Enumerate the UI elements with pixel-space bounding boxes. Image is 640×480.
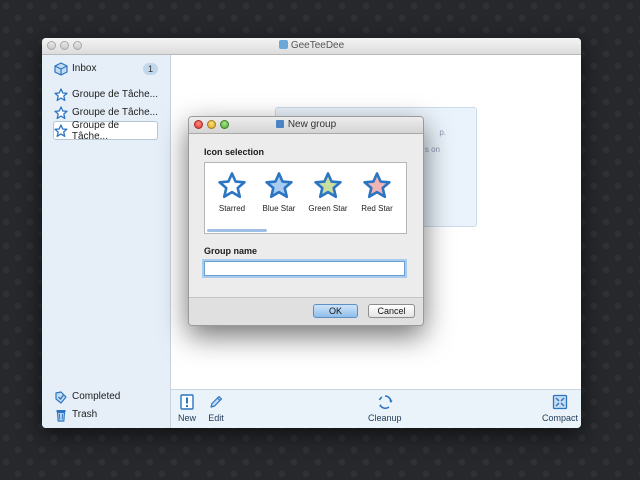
group-name-input[interactable] [204,261,405,276]
sidebar-item-label: Groupe de Tâche... [71,119,120,142]
icon-option-starred[interactable]: Starred [207,171,257,213]
sidebar-item-group-3[interactable]: Groupe de Tâche... [53,119,158,142]
sidebar-item-trash[interactable]: Trash [54,406,158,423]
toolbar-label: Cleanup [368,413,402,423]
icon-option-label: Starred [218,204,246,213]
ok-button[interactable]: OK [313,304,358,318]
dialog-titlebar[interactable]: New group [189,117,423,134]
sidebar: Inbox 1 Groupe de Tâche... Groupe de Tâc… [42,55,171,428]
icon-option-blue-star[interactable]: Blue Star [254,171,304,213]
green-star-icon [314,172,342,199]
compact-button[interactable]: Compact [542,394,578,423]
sidebar-item-label: Groupe de Tâche... [72,89,158,100]
star-icon [54,123,68,137]
toolbar-label: Compact [542,413,579,423]
new-group-dialog: New group Icon selection Starred Blue St… [188,116,424,326]
new-button[interactable]: New [178,394,196,423]
group-name-label: Group name [204,246,258,256]
toolbar-label: New [178,413,197,423]
star-icon [54,87,68,101]
dialog-title: New group [189,119,423,130]
cleanup-button[interactable]: Cleanup [368,394,402,423]
icon-option-label: Green Star [308,204,348,213]
trash-icon [56,409,66,422]
icon-option-label: Blue Star [262,204,296,213]
icon-option-label: Red Star [361,204,393,213]
sidebar-item-group-1[interactable]: Groupe de Tâche... [54,86,158,103]
cleanup-recycle-icon [378,395,393,410]
icon-option-green-star[interactable]: Green Star [303,171,353,213]
window-titlebar[interactable]: GeeTeeDee [42,38,581,55]
window-title: GeeTeeDee [42,40,581,51]
completed-tag-icon [55,390,67,404]
star-icon [54,105,68,119]
background-panel-text: p. [439,128,446,137]
app-icon [278,40,288,49]
dialog-button-bar: OK Cancel [189,297,423,325]
inbox-count-badge: 1 [142,62,158,75]
red-star-icon [363,172,391,199]
sidebar-item-label: Inbox [72,63,97,74]
edit-button[interactable]: Edit [208,394,224,423]
toolbar-label: Edit [208,413,224,423]
sidebar-item-label: Groupe de Tâche... [72,107,158,118]
background-panel-text: s on [424,145,440,154]
dialog-app-icon [275,120,284,128]
bottom-toolbar: New Edit Cleanup Compact [171,389,581,428]
icon-list-scrollbar[interactable] [205,228,406,233]
compact-icon [552,394,568,410]
sidebar-item-group-2[interactable]: Groupe de Tâche... [54,104,158,121]
sidebar-item-label: Completed [72,391,121,402]
sidebar-item-label: Trash [72,409,98,420]
icon-option-red-star[interactable]: Red Star [352,171,402,213]
icon-selection-label: Icon selection [204,147,265,157]
sidebar-item-completed[interactable]: Completed [54,388,158,405]
star-outline-icon [218,172,246,199]
icon-selection-list[interactable]: Starred Blue Star Green Star Red Star [204,162,407,234]
blue-star-icon [265,172,293,199]
edit-pencil-icon [210,395,223,408]
inbox-box-icon [54,61,68,76]
new-task-icon [180,394,194,410]
sidebar-item-inbox[interactable]: Inbox 1 [54,60,158,77]
cancel-button[interactable]: Cancel [368,304,415,318]
scrollbar-thumb[interactable] [207,229,267,232]
